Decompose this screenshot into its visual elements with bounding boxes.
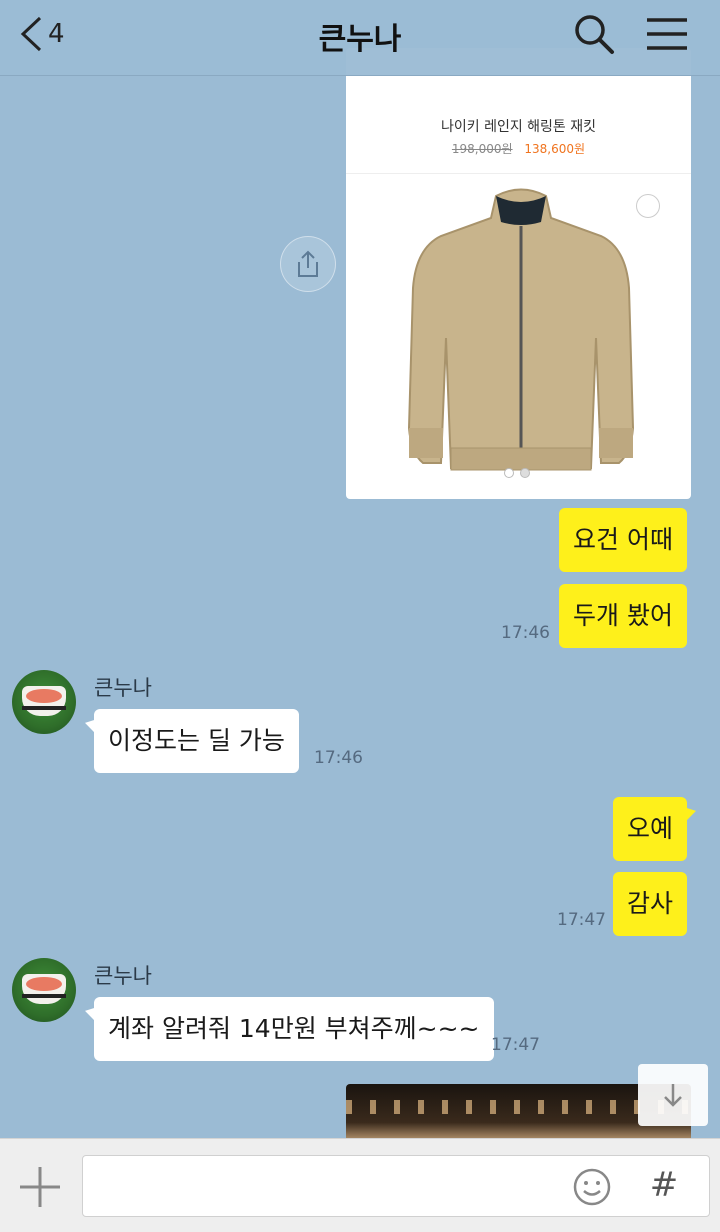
message-timestamp: 17:47 [557,910,606,930]
carousel-dot [520,468,530,478]
hamburger-menu-icon [647,18,687,50]
smiley-icon [573,1168,611,1206]
arrow-down-icon [664,1084,682,1107]
my-message[interactable]: 요건 어때 [559,508,687,572]
sender-name: 큰누나 [94,676,152,700]
my-message[interactable]: 오예 [613,797,688,861]
search-icon [575,15,614,54]
share-button[interactable] [280,236,336,292]
hashtag-search-button[interactable]: # [644,1161,684,1209]
message-timestamp: 17:46 [314,748,363,768]
expand-icon[interactable] [636,194,660,218]
attach-button[interactable] [16,1163,64,1211]
their-message[interactable]: 이정도는 딜 가능 [94,709,299,773]
emoji-button[interactable] [572,1167,612,1207]
chat-header: 4 큰누나 [0,0,720,76]
chat-area[interactable]: 나이키 레인지 해링톤 재킷 198,000원 138,600원 요건 어때 두… [0,0,720,1138]
product-link-card[interactable]: 나이키 레인지 해링톤 재킷 198,000원 138,600원 [346,48,691,499]
search-button[interactable] [572,12,616,56]
their-message[interactable]: 계좌 알려줘 14만원 부쳐주께~~~ [94,997,494,1061]
my-message[interactable]: 감사 [613,872,688,936]
unread-count: 4 [48,19,65,49]
message-timestamp: 17:47 [491,1035,540,1055]
message-input[interactable] [82,1155,710,1217]
sender-name: 큰누나 [94,964,152,988]
original-price: 198,000원 [451,142,513,156]
avatar[interactable] [12,958,76,1022]
carousel-dot-active [504,468,514,478]
share-icon [298,250,318,277]
input-bar: # [0,1138,720,1232]
product-name: 나이키 레인지 해링톤 재킷 [440,119,597,135]
plus-icon [20,1167,60,1207]
avatar[interactable] [12,670,76,734]
carousel-dots [504,468,530,478]
jacket-image [407,188,635,471]
price-row: 198,000원 138,600원 [346,140,691,157]
menu-button[interactable] [644,12,690,56]
chevron-left-icon [20,16,42,52]
my-message[interactable]: 두개 봤어 [559,584,687,648]
back-button[interactable]: 4 [18,12,78,56]
sale-price: 138,600원 [524,142,586,156]
scroll-down-button[interactable] [638,1064,708,1126]
message-timestamp: 17:46 [501,623,550,643]
card-divider [346,173,691,174]
